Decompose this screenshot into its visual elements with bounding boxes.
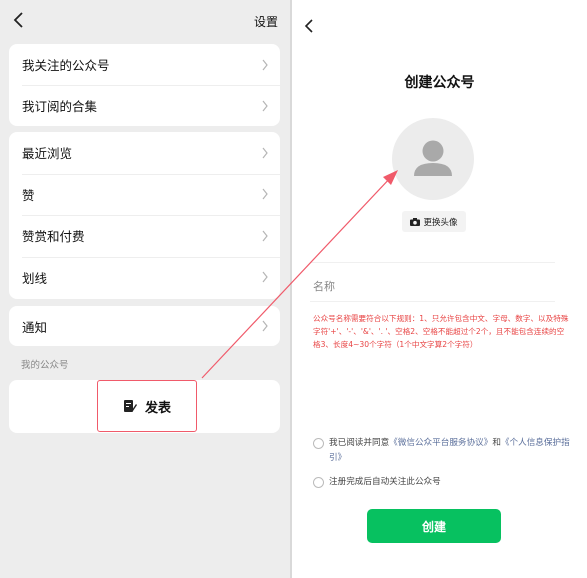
person-placeholder-icon	[414, 140, 452, 176]
publish-button[interactable]: 发表	[97, 380, 197, 432]
back-arrow-icon[interactable]	[8, 8, 30, 32]
agreement-text: 我已阅读并同意《微信公众平台服务协议》和《个人信息保护指引》	[329, 438, 570, 463]
item-label: 赞	[22, 187, 35, 203]
auto-follow-radio[interactable]	[313, 477, 324, 488]
activity-group: 最近浏览 赞 赞赏和付费 划线	[9, 132, 280, 299]
notifications-group: 通知	[9, 306, 280, 346]
auto-follow-checkbox-row[interactable]: 注册完成后自动关注此公众号	[313, 475, 441, 490]
create-button[interactable]: 创建	[367, 509, 501, 543]
item-label: 划线	[22, 270, 48, 286]
change-avatar-button[interactable]: 更换头像	[402, 211, 466, 232]
chevron-right-icon	[262, 230, 268, 242]
my-accounts-section-label: 我的公众号	[21, 360, 69, 371]
left-nav-bar: 设置	[0, 0, 290, 42]
edit-document-icon	[123, 400, 137, 412]
notifications-item[interactable]: 通知	[9, 306, 280, 346]
chevron-right-icon	[262, 320, 268, 332]
field-divider	[310, 262, 555, 263]
chevron-right-icon	[262, 100, 268, 111]
name-input[interactable]: 名称	[313, 278, 335, 294]
agreement-radio[interactable]	[313, 438, 324, 449]
change-avatar-label: 更换头像	[423, 217, 458, 228]
subscribed-collections-item[interactable]: 我订阅的合集	[9, 85, 280, 126]
chevron-right-icon	[262, 147, 268, 159]
item-label: 赞赏和付费	[22, 229, 85, 245]
item-label: 我订阅的合集	[22, 99, 98, 114]
agreement-checkbox-row[interactable]: 我已阅读并同意《微信公众平台服务协议》和《个人信息保护指引》	[313, 436, 575, 466]
field-divider	[310, 301, 555, 302]
chevron-right-icon	[262, 188, 268, 200]
followed-group: 我关注的公众号 我订阅的合集	[9, 44, 280, 126]
auto-follow-text: 注册完成后自动关注此公众号	[329, 477, 441, 487]
publish-label: 发表	[144, 400, 171, 416]
avatar[interactable]	[392, 118, 474, 200]
rewards-payments-item[interactable]: 赞赏和付费	[9, 215, 280, 257]
item-label: 通知	[22, 319, 48, 335]
item-label: 最近浏览	[22, 146, 73, 162]
camera-icon	[410, 217, 421, 226]
followed-accounts-item[interactable]: 我关注的公众号	[9, 44, 280, 85]
name-rules-text: 公众号名称需要符合以下规则：1、只允许包含中文、字母、数字、以及特殊字符'+'、…	[313, 314, 569, 349]
recent-views-item[interactable]: 最近浏览	[9, 132, 280, 174]
page-title: 创建公众号	[404, 75, 475, 91]
likes-item[interactable]: 赞	[9, 173, 280, 216]
create-account-panel: 创建公众号 更换头像 名称 公众号名称需要符合以下规则：1、只允许包含中文、字母…	[292, 0, 587, 578]
chevron-right-icon	[262, 59, 268, 70]
back-arrow-icon[interactable]	[300, 16, 318, 36]
item-label: 我关注的公众号	[22, 58, 110, 73]
service-agreement-link[interactable]: 《微信公众平台服务协议》	[389, 438, 492, 448]
chevron-right-icon	[262, 271, 268, 283]
subscriptions-panel: 设置 我关注的公众号 我订阅的合集 最近浏览 赞 赞赏和付费 划线 通知 我的公…	[0, 0, 290, 578]
highlights-item[interactable]: 划线	[9, 256, 280, 299]
settings-button[interactable]: 设置	[254, 13, 278, 30]
